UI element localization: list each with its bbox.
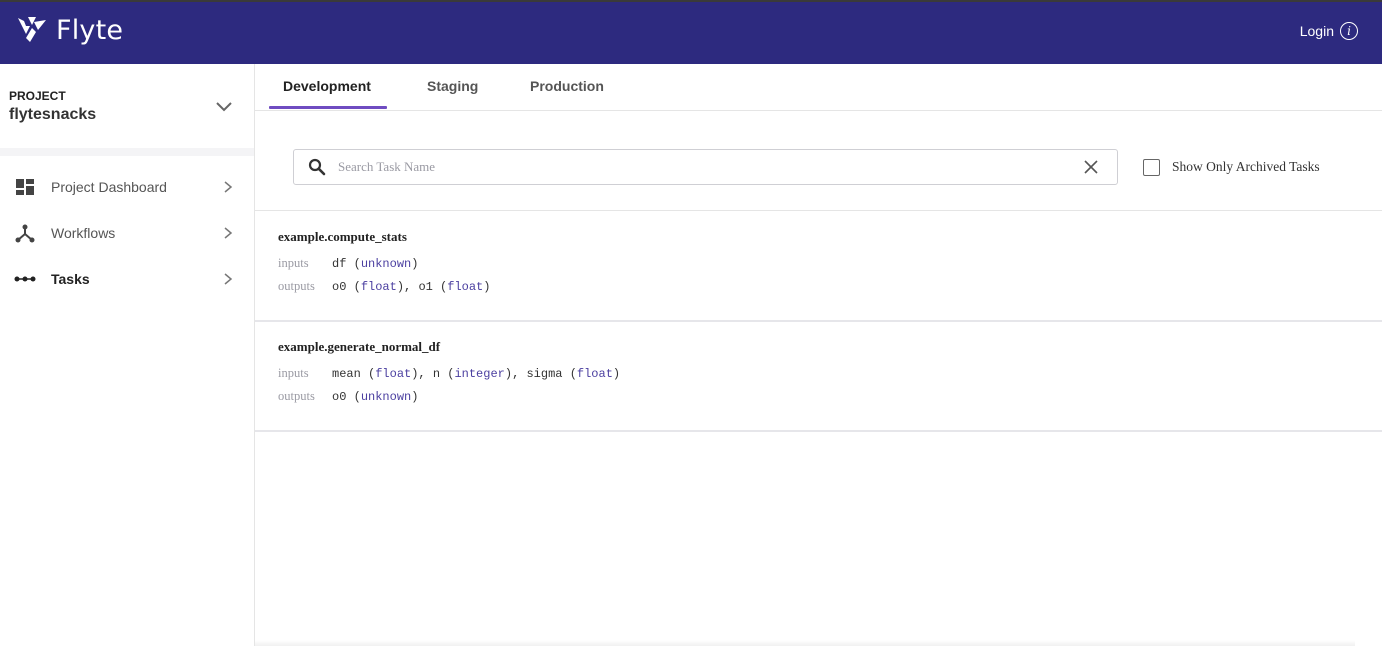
- search-icon: [308, 158, 326, 176]
- close-icon[interactable]: [1083, 159, 1099, 175]
- sidebar: PROJECT flytesnacks Project Dashboard Wo…: [0, 64, 255, 646]
- project-name: flytesnacks: [9, 106, 97, 123]
- inputs-value: mean (float), n (integer), sigma (float): [332, 367, 621, 381]
- login-label: Login: [1299, 23, 1334, 39]
- show-archived-label[interactable]: Show Only Archived Tasks: [1172, 159, 1320, 175]
- search-bar-row: Show Only Archived Tasks: [255, 110, 1382, 211]
- top-navigation-bar: Flyte Login i: [0, 0, 1382, 64]
- outputs-value: o0 (float), o1 (float): [332, 280, 491, 294]
- sidebar-item-tasks[interactable]: Tasks: [0, 259, 254, 299]
- task-outputs-row: outputs o0 (unknown): [278, 389, 418, 404]
- task-inputs-row: inputs mean (float), n (integer), sigma …: [278, 366, 620, 381]
- search-input[interactable]: [338, 158, 1068, 176]
- outputs-label: outputs: [278, 279, 315, 293]
- active-tab-indicator: [269, 106, 387, 109]
- tab-production[interactable]: Production: [530, 78, 604, 94]
- info-icon[interactable]: i: [1340, 22, 1358, 40]
- task-inputs-row: inputs df (unknown): [278, 256, 418, 271]
- task-list-item[interactable]: example.generate_normal_df inputs mean (…: [255, 321, 1382, 432]
- inputs-value: df (unknown): [332, 257, 419, 271]
- chevron-right-icon: [224, 227, 233, 239]
- show-archived-checkbox[interactable]: [1143, 159, 1160, 176]
- sidebar-divider: [0, 148, 254, 156]
- main-content: Development Staging Production Show Only…: [255, 64, 1382, 646]
- brand-name: Flyte: [56, 14, 124, 46]
- tasks-icon: [14, 268, 36, 290]
- login-button[interactable]: Login i: [1300, 22, 1358, 40]
- task-list-item[interactable]: example.compute_stats inputs df (unknown…: [255, 211, 1382, 322]
- sidebar-item-label: Tasks: [51, 271, 90, 287]
- dashboard-icon: [14, 176, 36, 198]
- outputs-label: outputs: [278, 389, 315, 403]
- sidebar-item-project-dashboard[interactable]: Project Dashboard: [0, 167, 254, 207]
- project-selector[interactable]: PROJECT flytesnacks: [0, 64, 254, 148]
- task-name[interactable]: example.generate_normal_df: [278, 339, 440, 355]
- flyte-logo[interactable]: Flyte: [16, 14, 123, 46]
- chevron-right-icon: [224, 181, 233, 193]
- flyte-logo-icon: [18, 17, 46, 42]
- outputs-value: o0 (unknown): [332, 390, 419, 404]
- chevron-down-icon[interactable]: [213, 98, 235, 114]
- project-label: PROJECT: [9, 89, 66, 103]
- domain-tabs: Development Staging Production: [255, 64, 1382, 111]
- chevron-right-icon: [224, 273, 233, 285]
- sidebar-item-label: Workflows: [51, 225, 116, 241]
- inputs-label: inputs: [278, 256, 309, 270]
- sidebar-item-label: Project Dashboard: [51, 179, 167, 195]
- bottom-scroll-shadow: [255, 640, 1355, 646]
- tab-staging[interactable]: Staging: [427, 78, 478, 94]
- inputs-label: inputs: [278, 366, 309, 380]
- sidebar-item-workflows[interactable]: Workflows: [0, 213, 254, 253]
- workflow-icon: [14, 222, 36, 244]
- task-outputs-row: outputs o0 (float), o1 (float): [278, 279, 490, 294]
- tab-development[interactable]: Development: [283, 78, 371, 94]
- search-field[interactable]: [293, 149, 1118, 185]
- task-name[interactable]: example.compute_stats: [278, 229, 407, 245]
